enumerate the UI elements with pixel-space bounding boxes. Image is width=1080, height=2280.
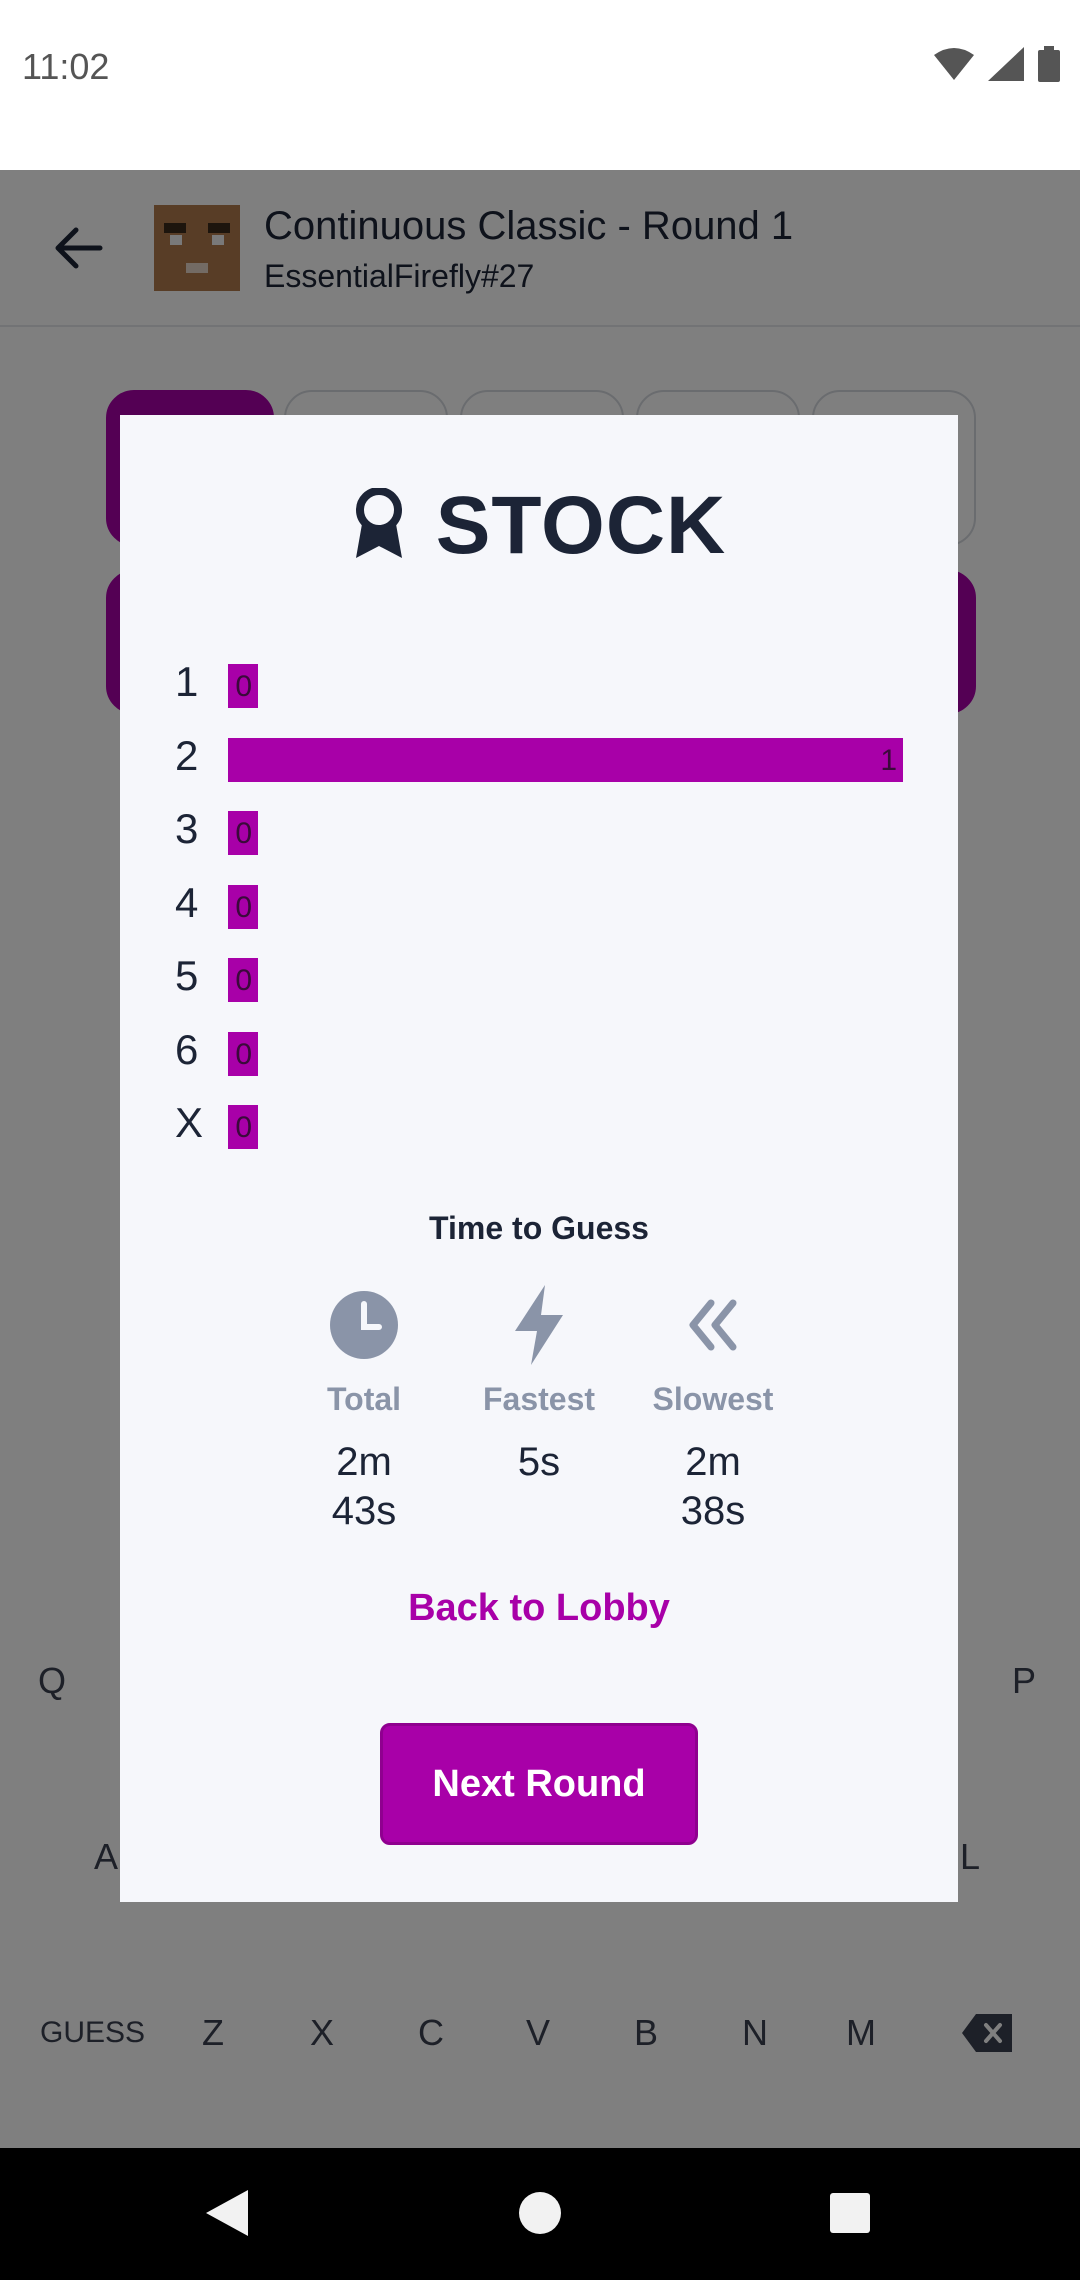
distribution-count: 0	[235, 964, 252, 997]
stat-value: 2m 38s	[680, 1440, 746, 1533]
back-to-lobby-link[interactable]: Back to Lobby	[120, 1587, 958, 1630]
distribution-row: X 0	[175, 1091, 925, 1165]
next-round-button[interactable]: Next Round	[380, 1723, 698, 1845]
stat-value: 5s	[517, 1440, 561, 1484]
distribution-label: X	[175, 1099, 204, 1146]
distribution-row: 3 0	[175, 797, 925, 871]
lightning-icon	[449, 1283, 629, 1367]
status-time: 11:02	[22, 46, 110, 87]
stat-label: Total	[326, 1381, 402, 1417]
dialog-title: STOCK	[120, 479, 958, 573]
distribution-count: 0	[235, 890, 252, 924]
status-bar: 11:02	[0, 0, 1080, 170]
distribution-count: 1	[880, 743, 897, 777]
stat-total: Total 2m 43s	[274, 1283, 454, 1536]
distribution-label: 1	[175, 658, 199, 705]
distribution-count: 0	[235, 817, 252, 850]
stat-label: Slowest	[652, 1381, 774, 1417]
distribution-bar: 0	[228, 958, 258, 1002]
distribution-label: 6	[175, 1025, 199, 1073]
distribution-row: 6 0	[175, 1018, 925, 1092]
stat-value: 2m 43s	[331, 1440, 397, 1533]
distribution-bar: 0	[228, 664, 258, 708]
status-icons	[934, 46, 1060, 87]
solution-word: STOCK	[435, 480, 727, 571]
distribution-label: 2	[175, 731, 199, 779]
nav-back-icon[interactable]	[204, 2188, 250, 2243]
distribution-bar: 0	[228, 884, 258, 929]
nav-home-icon[interactable]	[518, 2188, 562, 2243]
stat-slowest: Slowest 2m 38s	[623, 1283, 803, 1536]
wifi-icon	[934, 47, 974, 86]
distribution-count: 0	[235, 1111, 252, 1144]
distribution-row: 1 0	[175, 650, 925, 724]
distribution-bar: 0	[228, 1031, 258, 1076]
distribution-row: 4 0	[175, 871, 925, 945]
distribution-row: 2 1	[175, 724, 925, 798]
double-chevron-left-icon	[623, 1283, 803, 1367]
distribution-bar: 0	[228, 811, 258, 855]
nav-recents-icon[interactable]	[828, 2188, 872, 2243]
award-ribbon-icon	[352, 486, 406, 565]
distribution-count: 0	[235, 1037, 252, 1071]
stat-fastest: Fastest 5s	[449, 1283, 629, 1487]
distribution-label: 3	[175, 805, 199, 852]
system-nav-bar	[0, 2148, 1080, 2280]
guess-distribution: 1 0 2 1 3 0 4 0 5 0 6 0 X 0	[175, 650, 925, 1165]
stat-label: Fastest	[482, 1381, 596, 1417]
distribution-label: 4	[175, 878, 199, 926]
distribution-row: 5 0	[175, 944, 925, 1018]
distribution-bar: 1	[228, 737, 903, 782]
distribution-count: 0	[235, 670, 252, 703]
round-results-dialog: STOCK 1 0 2 1 3 0 4 0 5 0 6 0 X 0 Time t…	[120, 415, 958, 1902]
battery-icon	[1038, 46, 1060, 87]
cell-signal-icon	[988, 47, 1024, 86]
clock-icon	[274, 1283, 454, 1367]
distribution-label: 5	[175, 952, 199, 999]
distribution-bar: 0	[228, 1105, 258, 1149]
time-to-guess-heading: Time to Guess	[429, 1210, 649, 1246]
